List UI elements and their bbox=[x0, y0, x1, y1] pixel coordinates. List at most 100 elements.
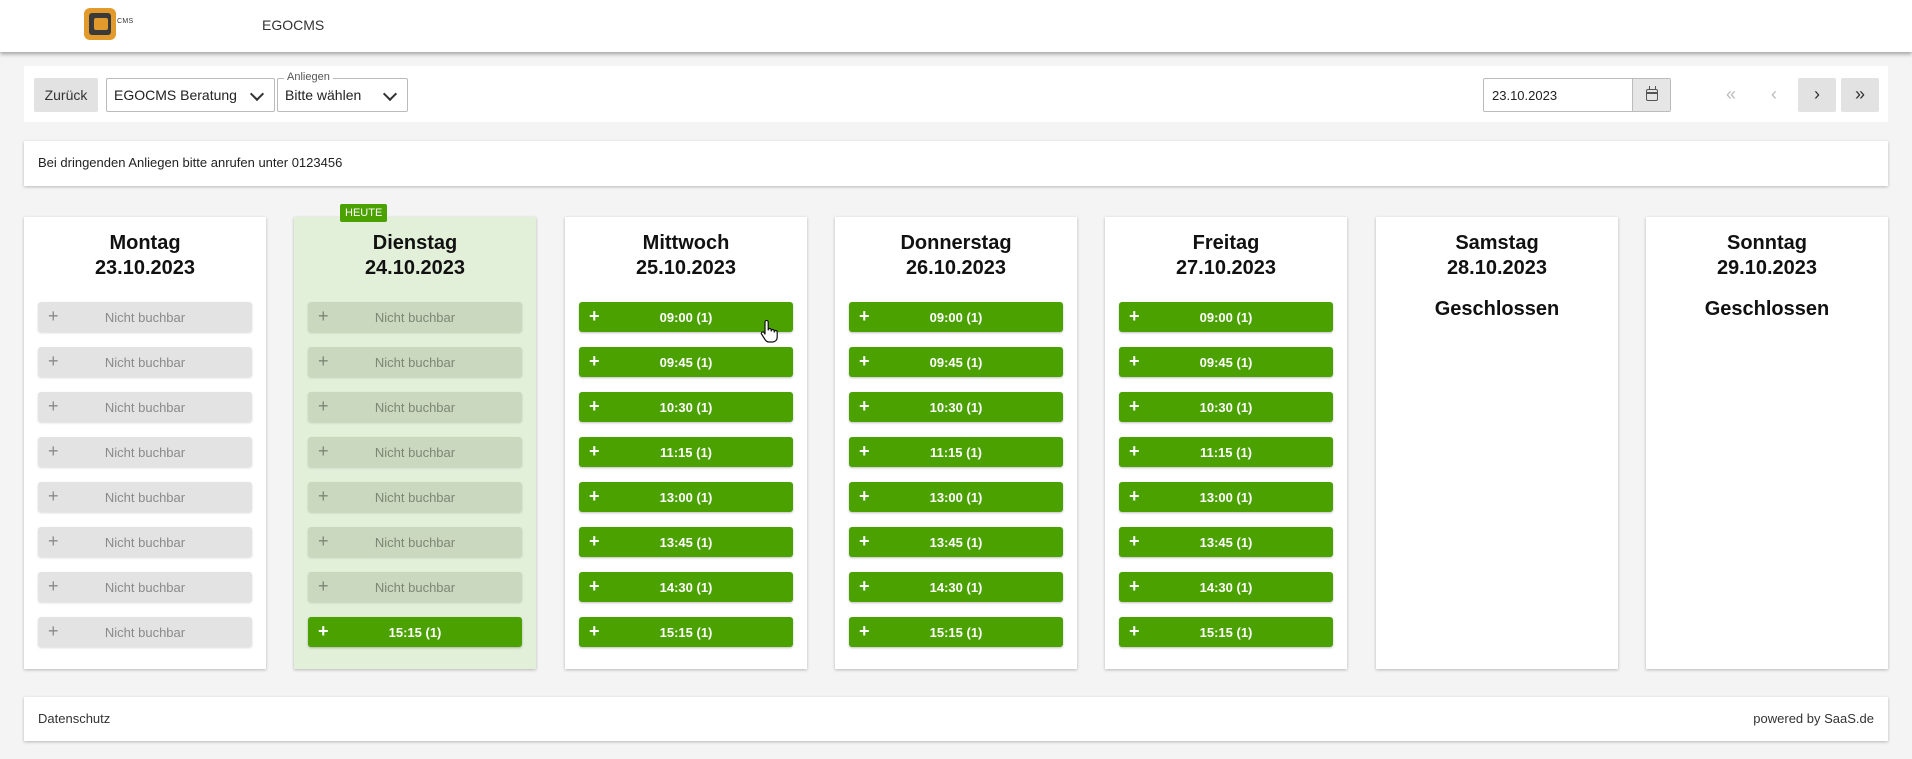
time-slot-label: 11:15 (1) bbox=[1199, 445, 1253, 460]
time-slot-label: Nicht buchbar bbox=[374, 355, 456, 370]
time-slot-label: 14:30 (1) bbox=[1199, 580, 1253, 595]
organisation-select[interactable]: EGOCMS Beratung bbox=[106, 78, 275, 112]
time-slot-button[interactable]: +09:45 (1) bbox=[579, 347, 793, 377]
organisation-select-value: EGOCMS Beratung bbox=[114, 87, 237, 103]
toolbar: Zurück EGOCMS Beratung Anliegen Bitte wä… bbox=[24, 66, 1888, 122]
day-name: Donnerstag bbox=[900, 232, 1012, 254]
time-slot-label: Nicht buchbar bbox=[104, 310, 186, 325]
day-name: Samstag bbox=[1455, 232, 1539, 254]
time-slot-button[interactable]: +09:00 (1) bbox=[849, 302, 1063, 332]
time-slot-button[interactable]: +13:00 (1) bbox=[849, 482, 1063, 512]
closed-label: Geschlossen bbox=[1704, 298, 1830, 320]
time-slot-label: Nicht buchbar bbox=[104, 535, 186, 550]
time-slot-button[interactable]: +13:45 (1) bbox=[579, 527, 793, 557]
time-slot-button[interactable]: +09:00 (1) bbox=[1119, 302, 1333, 332]
hand-cursor-icon bbox=[760, 320, 778, 343]
date-field[interactable]: 23.10.2023 bbox=[1483, 78, 1671, 112]
time-slot-unavailable: + Nicht buchbar bbox=[38, 527, 252, 557]
day-column-samstag: Samstag 28.10.2023 Geschlossen bbox=[1376, 217, 1618, 669]
egocms-logo[interactable]: CMS bbox=[84, 8, 134, 40]
app-name[interactable]: EGOCMS bbox=[262, 17, 324, 33]
time-slot-label: 11:15 (1) bbox=[929, 445, 983, 460]
day-name: Sonntag bbox=[1727, 232, 1807, 254]
time-slot-label: Nicht buchbar bbox=[104, 625, 186, 640]
day-date: 29.10.2023 bbox=[1716, 257, 1818, 279]
time-slot-button[interactable]: +11:15 (1) bbox=[1119, 437, 1333, 467]
day-name: Dienstag bbox=[372, 232, 458, 254]
time-slot-button[interactable]: +14:30 (1) bbox=[1119, 572, 1333, 602]
time-slot-label: 13:00 (1) bbox=[1199, 490, 1253, 505]
time-slot-button[interactable]: +13:45 (1) bbox=[849, 527, 1063, 557]
calendar-button[interactable] bbox=[1632, 79, 1670, 111]
time-slot-label: Nicht buchbar bbox=[374, 535, 456, 550]
first-week-button[interactable]: « bbox=[1712, 78, 1750, 112]
previous-week-button[interactable]: ‹ bbox=[1755, 78, 1793, 112]
day-name: Mittwoch bbox=[642, 232, 730, 254]
time-slot-label: 13:00 (1) bbox=[659, 490, 713, 505]
time-slot-unavailable: + Nicht buchbar bbox=[38, 572, 252, 602]
date-field-value: 23.10.2023 bbox=[1492, 88, 1558, 103]
time-slot-button[interactable]: +09:45 (1) bbox=[1119, 347, 1333, 377]
day-name: Freitag bbox=[1192, 232, 1260, 254]
day-column-dienstag: HEUTE Dienstag 24.10.2023 + Nicht buchbar + Ni… bbox=[294, 204, 536, 669]
time-slot-button[interactable]: +10:30 (1) bbox=[849, 392, 1063, 422]
time-slot-label: 13:45 (1) bbox=[929, 535, 983, 550]
time-slot-button[interactable]: +11:15 (1) bbox=[849, 437, 1063, 467]
time-slot-unavailable: + Nicht buchbar bbox=[38, 437, 252, 467]
time-slot-button[interactable]: +10:30 (1) bbox=[579, 392, 793, 422]
time-slot-unavailable: + Nicht buchbar bbox=[308, 527, 522, 557]
time-slot-label: Nicht buchbar bbox=[374, 490, 456, 505]
time-slot-unavailable: + Nicht buchbar bbox=[308, 302, 522, 332]
time-slot-label: Nicht buchbar bbox=[374, 310, 456, 325]
time-slot-unavailable: + Nicht buchbar bbox=[38, 347, 252, 377]
day-name: Montag bbox=[109, 232, 181, 254]
powered-by-link[interactable]: powered by SaaS.de bbox=[1753, 711, 1874, 726]
time-slot-button[interactable]: +09:45 (1) bbox=[849, 347, 1063, 377]
calendar-icon bbox=[1646, 86, 1658, 101]
logo-text: CMS bbox=[117, 18, 134, 25]
time-slot-button[interactable]: +15:15 (1) bbox=[1119, 617, 1333, 647]
time-slot-label: Nicht buchbar bbox=[374, 580, 456, 595]
time-slot-button[interactable]: +10:30 (1) bbox=[1119, 392, 1333, 422]
time-slot-button[interactable]: +15:15 (1) bbox=[308, 617, 522, 647]
concern-select-value: Bitte wählen bbox=[285, 87, 362, 103]
time-slot-button[interactable]: +13:45 (1) bbox=[1119, 527, 1333, 557]
time-slot-label: Nicht buchbar bbox=[374, 445, 456, 460]
time-slot-label: Nicht buchbar bbox=[104, 580, 186, 595]
next-week-button[interactable]: › bbox=[1798, 78, 1836, 112]
time-slot-button[interactable]: +14:30 (1) bbox=[579, 572, 793, 602]
time-slot-unavailable: + Nicht buchbar bbox=[38, 617, 252, 647]
concern-select[interactable]: Anliegen Bitte wählen bbox=[277, 70, 408, 112]
time-slot-label: 13:00 (1) bbox=[929, 490, 983, 505]
time-slot-unavailable: + Nicht buchbar bbox=[308, 392, 522, 422]
privacy-link[interactable]: Datenschutz bbox=[38, 711, 110, 726]
logo-mark-icon bbox=[84, 8, 116, 40]
time-slot-button[interactable]: +15:15 (1) bbox=[579, 617, 793, 647]
day-date: 27.10.2023 bbox=[1175, 257, 1277, 279]
time-slot-button[interactable]: +11:15 (1) bbox=[579, 437, 793, 467]
day-column-donnerstag: Donnerstag 26.10.2023 +09:00 (1) +09:45 (1)… bbox=[835, 217, 1077, 669]
back-button[interactable]: Zurück bbox=[34, 78, 98, 112]
chevron-down-icon bbox=[249, 86, 265, 102]
time-slot-label: 14:30 (1) bbox=[929, 580, 983, 595]
time-slot-button[interactable]: +14:30 (1) bbox=[849, 572, 1063, 602]
time-slot-button[interactable]: +13:00 (1) bbox=[579, 482, 793, 512]
time-slot-label: Nicht buchbar bbox=[374, 400, 456, 415]
last-week-button[interactable]: » bbox=[1841, 78, 1879, 112]
time-slot-label: Nicht buchbar bbox=[104, 490, 186, 505]
time-slot-label: 10:30 (1) bbox=[929, 400, 983, 415]
chevron-down-icon bbox=[382, 86, 398, 102]
concern-select-label: Anliegen bbox=[284, 70, 333, 84]
urgent-notice: Bei dringenden Anliegen bitte anrufen un… bbox=[24, 141, 1888, 186]
urgent-notice-text: Bei dringenden Anliegen bitte anrufen un… bbox=[38, 155, 343, 170]
time-slot-button[interactable]: +15:15 (1) bbox=[849, 617, 1063, 647]
time-slot-label: 10:30 (1) bbox=[659, 400, 713, 415]
time-slot-label: 09:45 (1) bbox=[659, 355, 713, 370]
time-slot-unavailable: + Nicht buchbar bbox=[38, 302, 252, 332]
footer: Datenschutz powered by SaaS.de bbox=[24, 697, 1888, 741]
time-slot-unavailable: + Nicht buchbar bbox=[308, 482, 522, 512]
time-slot-label: 09:00 (1) bbox=[929, 310, 983, 325]
time-slot-label: 13:45 (1) bbox=[1199, 535, 1253, 550]
day-date: 23.10.2023 bbox=[94, 257, 196, 279]
time-slot-button[interactable]: +13:00 (1) bbox=[1119, 482, 1333, 512]
